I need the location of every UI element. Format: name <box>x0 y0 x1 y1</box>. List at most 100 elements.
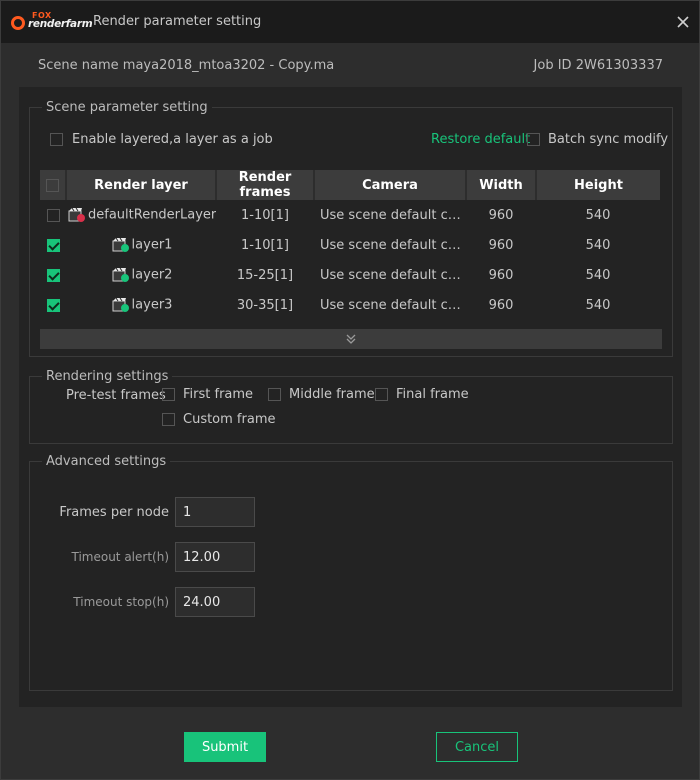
middle-frame-checkbox[interactable] <box>268 388 281 401</box>
settings-panel: Scene parameter setting Enable layered,a… <box>19 87 682 707</box>
select-all-header[interactable] <box>40 170 67 200</box>
row-checkbox[interactable] <box>46 238 60 252</box>
batch-sync-label: Batch sync modify <box>548 132 669 147</box>
custom-frame-option[interactable]: Custom frame <box>162 412 276 427</box>
frames-per-node-input[interactable] <box>175 497 255 527</box>
table-row[interactable]: defaultRenderLayer 1-10[1] Use scene defau… <box>40 200 660 230</box>
row-checkbox[interactable] <box>46 298 60 312</box>
render-layer-table: Render layer Render frames Camera Width … <box>40 170 660 320</box>
render-frames-cell[interactable]: 1-10[1] <box>216 200 314 230</box>
row-select-cell[interactable] <box>40 200 66 230</box>
height-cell[interactable]: 540 <box>536 290 660 320</box>
expand-table-button[interactable] <box>40 329 662 349</box>
scene-name: Scene name maya2018_mtoa3202 - Copy.ma <box>38 58 334 73</box>
custom-frame-label: Custom frame <box>183 412 276 427</box>
camera-cell[interactable]: Use scene default cam... <box>314 290 466 320</box>
middle-frame-label: Middle frame <box>289 387 375 402</box>
frames-per-node-label: Frames per node <box>59 505 169 520</box>
logo-ring-icon <box>11 16 25 30</box>
job-id-value: 2W61303337 <box>575 58 663 73</box>
advanced-settings-group <box>29 461 673 691</box>
first-frame-option[interactable]: First frame <box>162 387 253 402</box>
render-layer-cell: layer1 <box>66 230 216 260</box>
close-icon <box>677 16 689 28</box>
enable-layered-checkbox[interactable] <box>50 133 63 146</box>
submit-button[interactable]: Submit <box>184 732 266 762</box>
render-layer-name: layer3 <box>131 297 173 313</box>
render-layer-icon <box>112 237 129 252</box>
render-layer-icon <box>68 207 85 222</box>
logo-renderfarm-text: renderfarm <box>28 18 93 30</box>
final-frame-checkbox[interactable] <box>375 388 388 401</box>
batch-sync-checkbox[interactable] <box>527 133 540 146</box>
scene-name-value: maya2018_mtoa3202 - Copy.ma <box>122 58 335 73</box>
render-frames-cell[interactable]: 15-25[1] <box>216 260 314 290</box>
batch-sync-option[interactable]: Batch sync modify <box>527 132 668 147</box>
table-row[interactable]: layer2 15-25[1] Use scene default cam... 96… <box>40 260 660 290</box>
row-select-cell[interactable] <box>40 260 66 290</box>
title-bar: FOX renderfarm Render parameter setting <box>1 1 699 43</box>
enable-layered-label: Enable layered,a layer as a job <box>72 132 273 147</box>
scene-parameter-legend: Scene parameter setting <box>42 100 212 115</box>
header-render-layer: Render layer <box>66 170 217 200</box>
row-select-cell[interactable] <box>40 230 66 260</box>
custom-frame-checkbox[interactable] <box>162 413 175 426</box>
render-layer-cell: defaultRenderLayer <box>66 200 216 230</box>
restore-default-link[interactable]: Restore default <box>431 132 530 147</box>
table-row[interactable]: layer1 1-10[1] Use scene default cam... 960… <box>40 230 660 260</box>
camera-cell[interactable]: Use scene default cam... <box>314 260 466 290</box>
enable-layered-option[interactable]: Enable layered,a layer as a job <box>50 132 273 147</box>
timeout-stop-label: Timeout stop(h) <box>73 595 169 609</box>
render-layer-cell: layer3 <box>66 290 216 320</box>
timeout-alert-label: Timeout alert(h) <box>71 550 169 564</box>
render-layer-icon <box>112 297 129 312</box>
first-frame-checkbox[interactable] <box>162 388 175 401</box>
height-cell[interactable]: 540 <box>536 230 660 260</box>
select-all-checkbox[interactable] <box>46 178 59 192</box>
window-title: Render parameter setting <box>93 14 262 29</box>
render-frames-cell[interactable]: 30-35[1] <box>216 290 314 320</box>
header-height: Height <box>536 170 660 200</box>
timeout-alert-input[interactable] <box>175 542 255 572</box>
row-checkbox[interactable] <box>46 268 60 282</box>
width-cell[interactable]: 960 <box>466 230 536 260</box>
final-frame-option[interactable]: Final frame <box>375 387 469 402</box>
render-layer-icon <box>112 267 129 282</box>
row-select-cell[interactable] <box>40 290 66 320</box>
render-layer-cell: layer2 <box>66 260 216 290</box>
header-width: Width <box>466 170 537 200</box>
table-header-row: Render layer Render frames Camera Width … <box>40 170 660 200</box>
width-cell[interactable]: 960 <box>466 290 536 320</box>
table-row[interactable]: layer3 30-35[1] Use scene default cam... 96… <box>40 290 660 320</box>
render-frames-cell[interactable]: 1-10[1] <box>216 230 314 260</box>
render-layer-table-wrap: Render layer Render frames Camera Width … <box>40 170 660 320</box>
width-cell[interactable]: 960 <box>466 260 536 290</box>
double-chevron-down-icon <box>346 334 356 344</box>
info-bar: Scene name maya2018_mtoa3202 - Copy.ma J… <box>1 43 699 87</box>
rendering-settings-legend: Rendering settings <box>42 369 173 384</box>
first-frame-label: First frame <box>183 387 254 402</box>
close-button[interactable] <box>673 12 693 32</box>
final-frame-label: Final frame <box>396 387 469 402</box>
header-render-frames: Render frames <box>216 170 315 200</box>
advanced-settings-legend: Advanced settings <box>42 454 171 469</box>
width-cell[interactable]: 960 <box>466 200 536 230</box>
cancel-button[interactable]: Cancel <box>436 732 518 762</box>
middle-frame-option[interactable]: Middle frame <box>268 387 375 402</box>
height-cell[interactable]: 540 <box>536 200 660 230</box>
render-layer-name: layer1 <box>131 237 173 253</box>
render-layer-name: defaultRenderLayer <box>88 207 216 223</box>
render-parameter-window: FOX renderfarm Render parameter setting … <box>0 0 700 780</box>
table-body: defaultRenderLayer 1-10[1] Use scene defau… <box>40 200 660 320</box>
foxrenderfarm-logo: FOX renderfarm <box>11 11 93 35</box>
job-id: Job ID 2W61303337 <box>534 58 663 73</box>
row-checkbox[interactable] <box>46 208 60 222</box>
height-cell[interactable]: 540 <box>536 260 660 290</box>
scene-name-label: Scene name <box>38 58 119 73</box>
camera-cell[interactable]: Use scene default cam... <box>314 230 466 260</box>
header-camera: Camera <box>314 170 467 200</box>
timeout-stop-input[interactable] <box>175 587 255 617</box>
camera-cell[interactable]: Use scene default cam... <box>314 200 466 230</box>
job-id-label: Job ID <box>533 58 572 73</box>
pretest-frames-label: Pre-test frames <box>66 388 166 403</box>
